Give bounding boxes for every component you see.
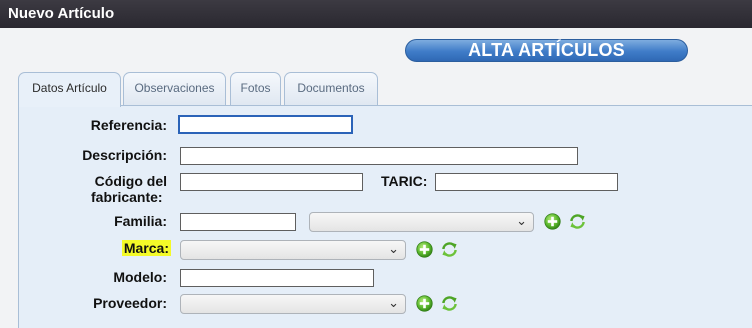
familia-label: Familia: [114,213,167,229]
codigo-fabricante-input[interactable] [180,173,363,191]
codigo-fabricante-label: Código del fabricante: [40,173,167,205]
tab-label: Documentos [297,81,365,95]
add-marca-icon[interactable] [416,241,433,258]
familia-select[interactable]: ⌄ [309,212,534,232]
taric-input[interactable] [435,173,618,191]
marca-label: Marca: [40,240,171,256]
codigo-fabricante-label-line2: fabricante: [91,189,163,205]
taric-label: TARIC: [381,173,428,189]
proveedor-label: Proveedor: [93,295,167,311]
add-familia-icon[interactable] [544,213,561,230]
proveedor-select[interactable]: ⌄ [180,294,406,314]
descripcion-label: Descripción: [82,147,167,163]
refresh-proveedor-icon[interactable] [441,295,458,312]
referencia-input[interactable] [178,115,353,134]
tab-label: Datos Artículo [32,81,107,95]
tab-fotos[interactable]: Fotos [230,72,281,106]
marca-select[interactable]: ⌄ [180,240,406,260]
codigo-fabricante-label-line1: Código del [94,173,167,189]
chevron-down-icon: ⌄ [388,242,399,257]
chevron-down-icon: ⌄ [388,296,399,311]
marca-label-text: Marca: [121,240,171,256]
add-proveedor-icon[interactable] [416,295,433,312]
familia-input[interactable] [180,213,296,231]
window-title: Nuevo Artículo [8,5,115,22]
tab-documentos[interactable]: Documentos [284,72,378,106]
chevron-down-icon: ⌄ [516,214,527,229]
modelo-input[interactable] [180,269,374,287]
tab-observaciones[interactable]: Observaciones [123,72,226,106]
tab-datos-articulo[interactable]: Datos Artículo [18,72,121,107]
page-title: ALTA ARTÍCULOS [405,39,688,62]
refresh-familia-icon[interactable] [569,213,586,230]
window-title-bar: Nuevo Artículo [0,0,752,28]
tab-label: Fotos [240,81,271,95]
referencia-label: Referencia: [90,117,167,133]
refresh-marca-icon[interactable] [441,241,458,258]
tab-label: Observaciones [134,81,215,95]
modelo-label: Modelo: [113,269,167,285]
descripcion-input[interactable] [180,147,578,165]
